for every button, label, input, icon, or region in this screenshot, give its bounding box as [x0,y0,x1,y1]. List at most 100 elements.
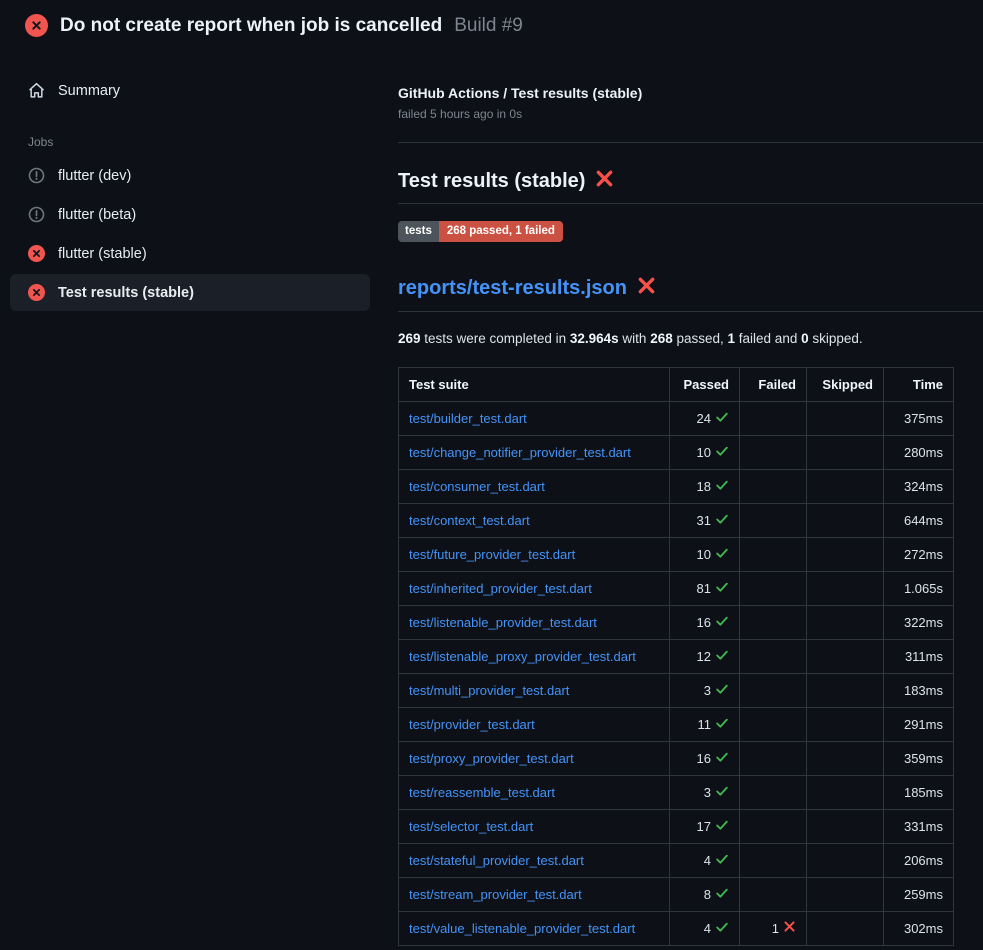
cell-failed [740,843,807,877]
sidebar-job-item[interactable]: flutter (beta) [10,196,370,233]
test-suite-link[interactable]: test/future_provider_test.dart [409,547,575,562]
cell-failed [740,741,807,775]
passed-count: 10 [697,445,711,460]
check-icon [715,886,729,903]
divider [398,142,983,143]
cell-failed [740,503,807,537]
cell-test-suite: test/builder_test.dart [399,401,670,435]
test-suite-link[interactable]: test/provider_test.dart [409,717,535,732]
cell-passed: 31 [670,503,740,537]
test-suite-link[interactable]: test/stateful_provider_test.dart [409,853,584,868]
column-header-passed: Passed [670,367,740,401]
cell-passed: 17 [670,809,740,843]
test-suite-link[interactable]: test/change_notifier_provider_test.dart [409,445,631,460]
cell-passed: 10 [670,435,740,469]
check-icon [715,818,729,835]
table-row: test/change_notifier_provider_test.dart 1… [399,435,954,469]
cell-time: 644ms [884,503,954,537]
summary-segment: 268 [650,331,673,346]
failed-x-icon [637,276,656,301]
cell-time: 206ms [884,843,954,877]
cell-test-suite: test/change_notifier_provider_test.dart [399,435,670,469]
failed-status-icon [28,284,45,301]
check-icon [715,648,729,665]
check-icon [715,682,729,699]
tests-badge-value: 268 passed, 1 failed [439,221,563,242]
passed-count: 17 [697,819,711,834]
test-suite-link[interactable]: test/reassemble_test.dart [409,785,555,800]
table-header-row: Test suite Passed Failed Skipped Time [399,367,954,401]
cell-test-suite: test/value_listenable_provider_test.dart [399,911,670,945]
table-row: test/builder_test.dart24375ms [399,401,954,435]
sidebar-item-summary[interactable]: Summary [0,70,380,111]
failed-x-icon [595,169,614,194]
sidebar-job-item[interactable]: Test results (stable) [10,274,370,311]
cell-passed: 12 [670,639,740,673]
check-icon [715,852,729,869]
test-suite-link[interactable]: test/multi_provider_test.dart [409,683,569,698]
test-suite-link[interactable]: test/stream_provider_test.dart [409,887,582,902]
passed-count: 10 [697,547,711,562]
cell-passed: 10 [670,537,740,571]
cell-failed [740,435,807,469]
table-row: test/future_provider_test.dart10272ms [399,537,954,571]
cell-time: 322ms [884,605,954,639]
summary-segment: failed and [735,331,801,346]
passed-count: 81 [697,581,711,596]
cell-test-suite: test/multi_provider_test.dart [399,673,670,707]
test-suite-link[interactable]: test/inherited_provider_test.dart [409,581,592,596]
test-suite-link[interactable]: test/consumer_test.dart [409,479,545,494]
cell-test-suite: test/selector_test.dart [399,809,670,843]
cell-skipped [807,537,884,571]
check-icon [715,478,729,495]
failed-status-icon [28,245,45,262]
check-icon [715,512,729,529]
table-row: test/provider_test.dart11291ms [399,707,954,741]
sidebar-job-item[interactable]: flutter (dev) [10,157,370,194]
test-suite-link[interactable]: test/selector_test.dart [409,819,533,834]
sidebar-job-list: flutter (dev) flutter (beta) flutter (stab… [0,157,380,311]
failed-status-icon [25,14,48,37]
test-suite-link[interactable]: test/builder_test.dart [409,411,527,426]
table-row: test/inherited_provider_test.dart811.065… [399,571,954,605]
cell-failed [740,605,807,639]
table-row: test/context_test.dart 31 644ms [399,503,954,537]
test-results-table: Test suite Passed Failed Skipped Time te… [398,367,954,946]
cell-skipped [807,469,884,503]
tests-badge: tests 268 passed, 1 failed [398,221,563,242]
check-icon [715,750,729,767]
job-label: flutter (beta) [58,207,136,223]
section-heading: Test results (stable) [398,169,983,194]
neutral-status-icon [28,167,45,184]
neutral-status-icon [28,206,45,223]
cell-skipped [807,809,884,843]
table-row: test/selector_test.dart17331ms [399,809,954,843]
report-file-link[interactable]: reports/test-results.json [398,277,627,300]
passed-count: 16 [697,615,711,630]
cell-test-suite: test/proxy_provider_test.dart [399,741,670,775]
failed-count: 1 [772,921,779,936]
test-suite-link[interactable]: test/proxy_provider_test.dart [409,751,574,766]
test-suite-link[interactable]: test/listenable_proxy_provider_test.dart [409,649,636,664]
cell-failed: 1 [740,911,807,945]
test-suite-link[interactable]: test/value_listenable_provider_test.dart [409,921,635,936]
report-file-heading[interactable]: reports/test-results.json [398,276,983,301]
cell-passed: 11 [670,707,740,741]
test-suite-link[interactable]: test/listenable_provider_test.dart [409,615,597,630]
cell-time: 311ms [884,639,954,673]
section-title: Test results (stable) [398,170,585,193]
test-suite-link[interactable]: test/context_test.dart [409,513,530,528]
cell-failed [740,707,807,741]
cell-time: 302ms [884,911,954,945]
cell-failed [740,877,807,911]
job-label: Test results (stable) [58,285,194,301]
passed-count: 3 [704,683,711,698]
cell-test-suite: test/listenable_provider_test.dart [399,605,670,639]
cell-skipped [807,911,884,945]
cell-passed: 16 [670,741,740,775]
summary-segment: 1 [728,331,736,346]
check-icon [715,784,729,801]
sidebar: Summary Jobs flutter (dev)flutter (beta)… [0,70,380,313]
column-header-skipped: Skipped [807,367,884,401]
sidebar-job-item[interactable]: flutter (stable) [10,235,370,272]
